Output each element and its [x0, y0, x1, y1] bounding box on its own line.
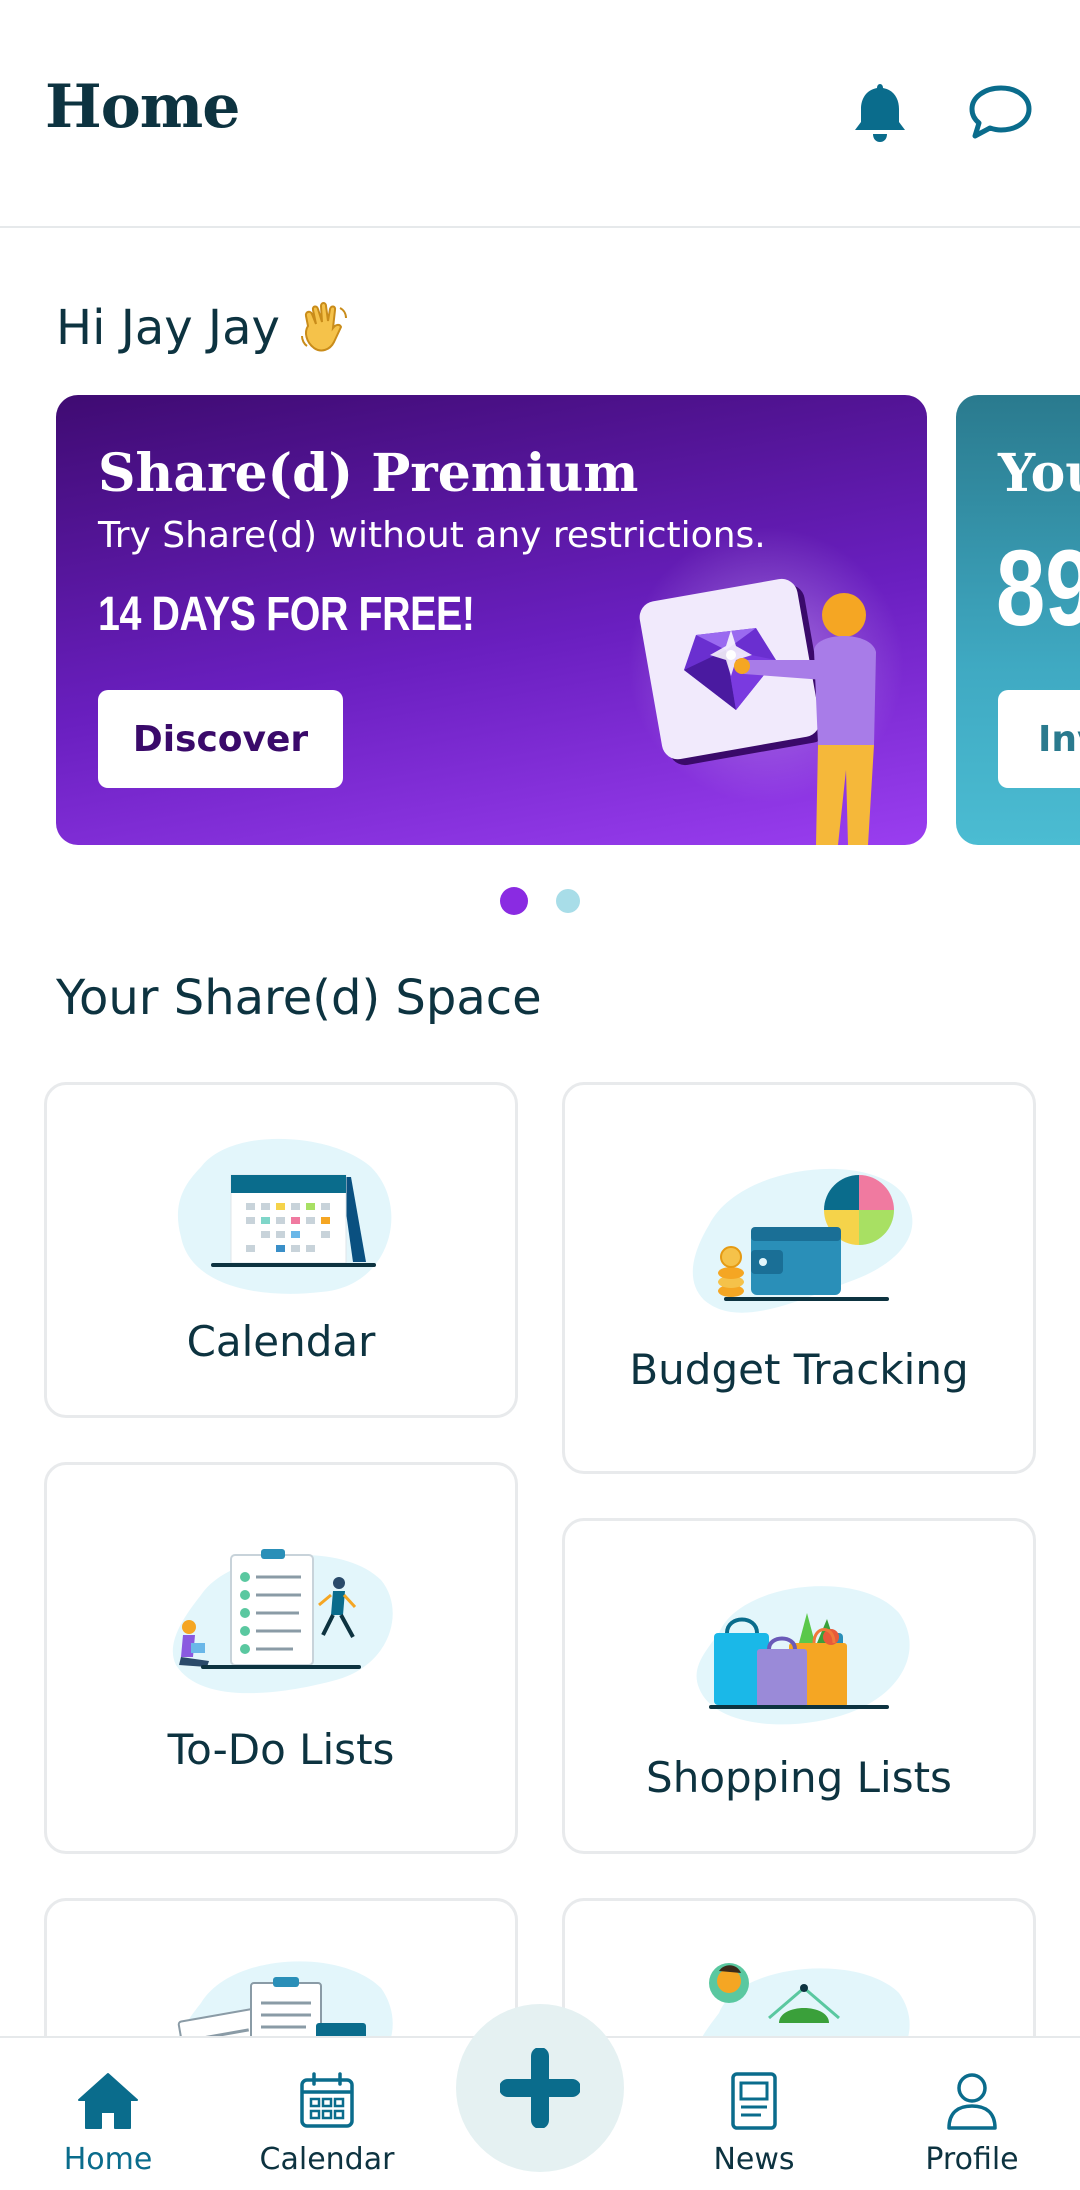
- section-title: Your Share(d) Space: [56, 970, 542, 1026]
- profile-icon: [947, 2073, 997, 2130]
- nav-label: Profile: [925, 2142, 1019, 2177]
- shopping-bags-illustration: [696, 1586, 910, 1725]
- invite-button[interactable]: Inv: [998, 690, 1080, 788]
- tile-shopping-lists[interactable]: Shopping Lists: [562, 1518, 1036, 1854]
- wallet-piechart-illustration: [692, 1168, 913, 1313]
- invite-card-title: You: [998, 443, 1080, 504]
- add-button[interactable]: [456, 2004, 624, 2172]
- nav-profile[interactable]: Profile: [882, 2038, 1062, 2190]
- carousel-pagination: [0, 887, 1080, 915]
- checklist-illustration: [172, 1549, 393, 1694]
- carousel-dot[interactable]: [556, 889, 580, 913]
- person-with-diamond-illustration: [639, 578, 876, 845]
- plus-icon: [500, 2048, 580, 2128]
- greeting-text: Hi Jay Jay: [56, 300, 280, 356]
- premium-subtitle: Try Share(d) without any restrictions.: [98, 515, 766, 556]
- chat-bubble-icon[interactable]: [965, 78, 1035, 148]
- tile-to-do-lists[interactable]: To-Do Lists: [44, 1462, 518, 1854]
- calendar-icon: [300, 2072, 354, 2128]
- carousel-dot-active[interactable]: [500, 887, 528, 915]
- app-header: Home: [0, 0, 1080, 228]
- promo-carousel[interactable]: Share(d) Premium Try Share(d) without an…: [0, 395, 1080, 845]
- invite-card-number: 89: [996, 527, 1080, 648]
- home-icon: [78, 2073, 138, 2129]
- bell-icon[interactable]: [845, 78, 915, 148]
- tile-label: Budget Tracking: [629, 1345, 969, 1394]
- tile-label: To-Do Lists: [167, 1725, 395, 1774]
- premium-promo: 14 DAYS FOR FREE!: [98, 588, 475, 641]
- premium-title: Share(d) Premium: [98, 443, 639, 504]
- premium-card[interactable]: Share(d) Premium Try Share(d) without an…: [56, 395, 927, 845]
- calendar-illustration: [177, 1138, 392, 1294]
- invite-card[interactable]: You 89 Inv: [956, 395, 1080, 845]
- nav-label: News: [713, 2142, 795, 2177]
- tile-budget-tracking[interactable]: Budget Tracking: [562, 1082, 1036, 1474]
- page-title: Home: [45, 72, 240, 142]
- tile-calendar[interactable]: Calendar: [44, 1082, 518, 1418]
- nav-label: Calendar: [259, 2142, 395, 2177]
- discover-button[interactable]: Discover: [98, 690, 343, 788]
- nav-news[interactable]: News: [664, 2038, 844, 2190]
- nav-calendar[interactable]: Calendar: [237, 2038, 417, 2190]
- news-icon: [731, 2072, 777, 2130]
- nav-home[interactable]: Home: [18, 2038, 198, 2190]
- tile-label: Shopping Lists: [646, 1753, 952, 1802]
- greeting: Hi Jay Jay: [56, 298, 356, 358]
- waving-hand-icon: [300, 302, 347, 352]
- tile-label: Calendar: [186, 1317, 376, 1366]
- nav-label: Home: [63, 2142, 153, 2177]
